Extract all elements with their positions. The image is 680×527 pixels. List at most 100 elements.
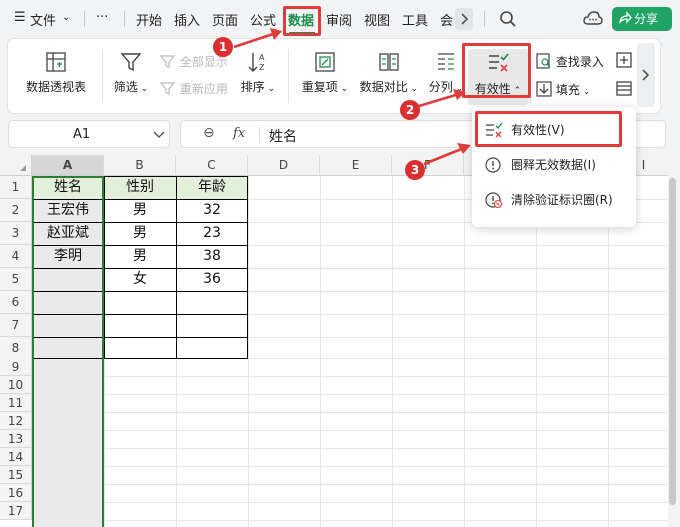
tabs-scroll-right-button[interactable]	[455, 8, 473, 30]
gridline	[32, 502, 668, 503]
tab-review[interactable]: 审阅	[326, 10, 352, 29]
column-header-b[interactable]: B	[104, 155, 176, 176]
warning-circle-icon	[485, 157, 501, 173]
divider	[124, 11, 125, 27]
gridline	[320, 176, 321, 527]
row-header-15[interactable]: 15	[0, 466, 32, 484]
step-badge-2: 2	[400, 100, 420, 120]
data-compare-button[interactable]: 数据对比 ⌄	[358, 51, 420, 95]
insert-icon[interactable]	[616, 52, 634, 70]
row-header-8[interactable]: 8	[0, 337, 32, 360]
row-header-7[interactable]: 7	[0, 314, 32, 337]
hamburger-icon[interactable]: ☰	[14, 10, 26, 25]
menu-item-label: 圈释无效数据(I)	[511, 158, 596, 172]
row-header-2[interactable]: 2	[0, 199, 32, 222]
filter-label: 筛选	[113, 80, 138, 94]
sort-button[interactable]: AZ 排序 ⌄	[240, 51, 276, 95]
zoom-out-icon[interactable]: ⊖	[203, 125, 215, 141]
row-header-17[interactable]: 17	[0, 502, 32, 520]
row-header-1[interactable]: 1	[0, 176, 32, 199]
menu-item-clear-validation-circles[interactable]: 清除验证标识圈(R)	[472, 183, 636, 217]
menu-item-circle-invalid-data[interactable]: 圈释无效数据(I)	[472, 148, 636, 182]
records-icon[interactable]	[616, 80, 634, 98]
tab-tools[interactable]: 工具	[402, 10, 428, 29]
gridline	[536, 176, 537, 527]
table-cell[interactable]: 女	[104, 268, 176, 291]
gridline	[32, 376, 668, 377]
lookup-entry-button[interactable]: 查找录入	[536, 53, 604, 70]
data-compare-label: 数据对比	[359, 80, 408, 94]
funnel-icon	[120, 53, 142, 72]
arrow-icon	[418, 89, 466, 108]
row-header-16[interactable]: 16	[0, 484, 32, 502]
more-menu[interactable]: ···	[96, 10, 108, 25]
tab-insert[interactable]: 插入	[174, 10, 200, 29]
gridline	[32, 394, 668, 395]
split-column-icon	[438, 53, 454, 70]
divider	[102, 49, 103, 103]
select-all-corner[interactable]	[0, 155, 32, 176]
chevron-down-icon[interactable]: ⌄	[62, 12, 70, 23]
duplicates-button[interactable]: 重复项 ⌄	[300, 51, 350, 95]
duplicates-label: 重复项	[301, 80, 338, 94]
ribbon-scroll-right-button[interactable]	[637, 43, 655, 107]
table-cell[interactable]: 32	[176, 199, 248, 222]
header-cell-gender[interactable]: 性别	[104, 176, 176, 199]
table-cell[interactable]: 男	[104, 222, 176, 245]
row-header-4[interactable]: 4	[0, 245, 32, 268]
reapply-button[interactable]: 重新应用	[159, 80, 228, 97]
tab-home[interactable]: 开始	[136, 10, 162, 29]
share-button[interactable]: 分享	[612, 7, 672, 31]
row-header-6[interactable]: 6	[0, 291, 32, 314]
sort-label: 排序	[240, 80, 265, 94]
pivot-table-button[interactable]: 数据透视表	[24, 51, 88, 95]
gridline	[32, 430, 668, 431]
formula-content[interactable]: 姓名	[269, 126, 297, 146]
divider	[84, 11, 85, 27]
gridline	[608, 176, 609, 527]
chevron-right-icon	[642, 69, 650, 81]
column-header-d[interactable]: D	[248, 155, 320, 176]
column-header-c[interactable]: C	[176, 155, 248, 176]
clear-circle-icon	[485, 192, 503, 208]
table-cell[interactable]: 男	[104, 199, 176, 222]
header-cell-age[interactable]: 年龄	[176, 176, 248, 199]
row-header-10[interactable]: 10	[0, 376, 32, 394]
menu-bar: ☰ 文件 ⌄ ··· 开始 插入 页面 公式 数据 审阅 视图 工具 会 分享	[0, 0, 680, 38]
gridline	[32, 484, 668, 485]
row-header-5[interactable]: 5	[0, 268, 32, 291]
scrollbar-thumb[interactable]	[669, 178, 676, 505]
column-header-a[interactable]: A	[32, 155, 104, 176]
row-header-13[interactable]: 13	[0, 430, 32, 448]
fill-label: 填充	[555, 83, 580, 97]
row-header-11[interactable]: 11	[0, 394, 32, 412]
svg-text:A: A	[259, 53, 265, 62]
row-header-12[interactable]: 12	[0, 412, 32, 430]
column-header-e[interactable]: E	[320, 155, 392, 176]
row-header-14[interactable]: 14	[0, 448, 32, 466]
tab-view[interactable]: 视图	[364, 10, 390, 29]
file-menu[interactable]: 文件	[30, 10, 56, 29]
share-icon	[619, 11, 632, 24]
cell-reference: A1	[73, 127, 91, 142]
filter-button[interactable]: 筛选 ⌄	[112, 51, 150, 95]
arrow-icon	[423, 143, 471, 166]
gridline	[248, 176, 249, 527]
fill-button[interactable]: 填充 ⌄	[536, 81, 590, 98]
table-cell[interactable]: 36	[176, 268, 248, 291]
tab-member[interactable]: 会	[440, 10, 453, 29]
table-border	[176, 176, 177, 359]
search-icon[interactable]	[499, 10, 517, 28]
cloud-icon[interactable]	[583, 10, 603, 28]
table-cell[interactable]: 男	[104, 245, 176, 268]
name-box[interactable]: A1	[8, 120, 170, 148]
step-badge-1: 1	[213, 37, 233, 57]
table-cell[interactable]: 38	[176, 245, 248, 268]
chevron-down-icon[interactable]	[153, 130, 165, 140]
row-header-9[interactable]: 9	[0, 358, 32, 376]
table-cell[interactable]: 23	[176, 222, 248, 245]
function-icon[interactable]: fx	[233, 126, 245, 141]
sort-icon: AZ	[248, 53, 265, 72]
divider	[288, 49, 289, 103]
row-header-3[interactable]: 3	[0, 222, 32, 245]
